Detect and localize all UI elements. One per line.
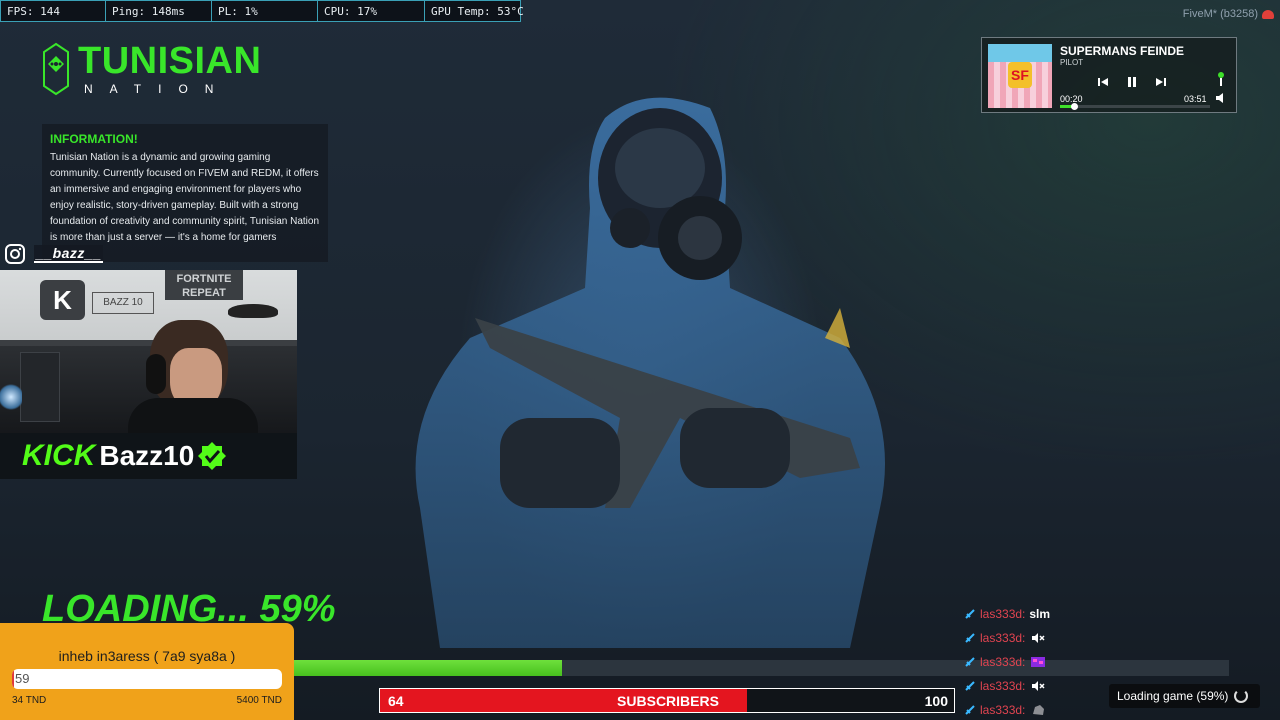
- ring-light: [0, 382, 22, 412]
- chat-message: las333d: slm: [964, 602, 1084, 626]
- loading-game-toast: Loading game (59%): [1109, 684, 1260, 708]
- fivem-build-label: FiveM* (b3258): [1182, 8, 1258, 20]
- chat-username[interactable]: las333d:: [980, 607, 1025, 621]
- donation-max-label: 5400 TND: [236, 695, 282, 706]
- subscriber-count: 64: [388, 693, 404, 709]
- seek-knob[interactable]: [1070, 103, 1078, 110]
- previous-track-icon[interactable]: [1096, 76, 1110, 88]
- streamer-webcam: K BAZZ 10 FORTNITE REPEAT: [0, 270, 297, 433]
- loading-progress-bar: [294, 660, 1229, 676]
- donation-goal-widget: inheb in3aress ( 7a9 sya8a ) 59 34 TND 5…: [0, 623, 294, 720]
- bat-logo: [228, 304, 278, 318]
- instagram-username: __bazz__: [34, 245, 104, 263]
- donation-goal-fill: [12, 669, 14, 689]
- fortnite-poster: FORTNITE REPEAT: [165, 270, 243, 300]
- album-cover: SF: [988, 44, 1052, 108]
- chat-username[interactable]: las333d:: [980, 703, 1025, 717]
- server-name: TUNISIAN: [78, 40, 262, 82]
- donation-goal-title: inheb in3aress ( 7a9 sya8a ): [58, 648, 236, 664]
- streamer-body: [128, 398, 258, 433]
- music-player: SF SUPERMANS FEINDE PILOT 00:20 03:51: [981, 37, 1237, 113]
- loading-spinner-icon: [1234, 689, 1249, 703]
- pixel-emote: [1031, 657, 1046, 667]
- time-total: 03:51: [1184, 94, 1207, 104]
- dice-logo-icon: [43, 42, 69, 96]
- speaker-muted-emote: [1032, 633, 1045, 643]
- cpu-stat: CPU: 17%: [318, 0, 425, 22]
- chat-username[interactable]: las333d:: [980, 631, 1025, 645]
- donation-current-amount: 59: [15, 671, 30, 686]
- chat-username[interactable]: las333d:: [980, 655, 1025, 669]
- bazz-wall-sign: BAZZ 10: [92, 292, 154, 314]
- next-track-icon[interactable]: [1154, 76, 1168, 88]
- sword-badge-icon: [965, 705, 975, 715]
- info-description: Tunisian Nation is a dynamic and growing…: [50, 152, 320, 243]
- chat-message: las333d:: [964, 626, 1084, 650]
- time-current: 00:20: [1060, 94, 1083, 104]
- loading-game-text: Loading game (59%): [1117, 689, 1229, 703]
- packet-loss-stat: PL: 1%: [212, 0, 318, 22]
- track-artist: PILOT: [1060, 58, 1084, 67]
- hazmat-soldier-artwork: [415, 97, 885, 648]
- wall-shelf: [0, 340, 297, 346]
- subscriber-goal-bar: SUBSCRIBERS 64 100: [379, 688, 955, 713]
- kick-username: Bazz10: [99, 440, 195, 471]
- speaker-muted-emote: [1032, 681, 1045, 691]
- volume-slider-knob[interactable]: [1218, 72, 1224, 86]
- server-info-panel: INFORMATION! Tunisian Nation is a dynami…: [42, 124, 328, 262]
- cover-mark: SF: [1008, 62, 1032, 88]
- sword-badge-icon: [965, 681, 975, 691]
- verified-badge-icon: [198, 442, 227, 470]
- notification-icon[interactable]: [1262, 10, 1274, 19]
- server-subtitle: NATION: [84, 82, 231, 96]
- gpu-temp-stat: GPU Temp: 53°C: [425, 0, 524, 22]
- headset-icon: [146, 354, 166, 394]
- kick-logo: KICK: [22, 439, 96, 472]
- sword-badge-icon: [965, 609, 975, 619]
- donation-goal-bar: 59: [12, 669, 282, 689]
- kick-wall-card: K: [40, 280, 85, 320]
- chat-username[interactable]: las333d:: [980, 679, 1025, 693]
- cover-sky: [988, 44, 1052, 62]
- volume-icon[interactable]: [1215, 92, 1227, 104]
- sword-badge-icon: [965, 633, 975, 643]
- server-logo: TUNISIAN NATION: [40, 38, 262, 100]
- subscriber-target: 100: [924, 693, 948, 709]
- sword-badge-icon: [965, 657, 975, 667]
- fps-stat: FPS: 144: [0, 0, 106, 22]
- loading-progress-fill: [294, 660, 563, 676]
- instagram-handle: __bazz__: [4, 243, 104, 265]
- kick-channel-banner: KICK Bazz10: [0, 433, 297, 479]
- performance-stats-bar: FPS: 144 Ping: 148ms PL: 1% CPU: 17% GPU…: [0, 0, 524, 22]
- track-title: SUPERMANS FEINDE: [1060, 44, 1185, 58]
- pause-icon[interactable]: [1125, 76, 1139, 88]
- donation-min-label: 34 TND: [12, 695, 47, 706]
- rock-emote: [1033, 705, 1045, 715]
- chat-message: las333d:: [964, 698, 1084, 720]
- info-title: INFORMATION!: [50, 132, 138, 146]
- chat-overlay: las333d: slm las333d: las333d: las333d: las33…: [964, 602, 1084, 720]
- ping-stat: Ping: 148ms: [106, 0, 212, 22]
- seek-bar[interactable]: [1060, 103, 1210, 110]
- subscriber-goal-label: SUBSCRIBERS: [617, 693, 719, 709]
- chat-message: las333d:: [964, 674, 1084, 698]
- chat-text: slm: [1029, 607, 1051, 621]
- instagram-icon: [5, 244, 25, 264]
- chat-message: las333d:: [964, 650, 1084, 674]
- pc-case: [20, 352, 60, 422]
